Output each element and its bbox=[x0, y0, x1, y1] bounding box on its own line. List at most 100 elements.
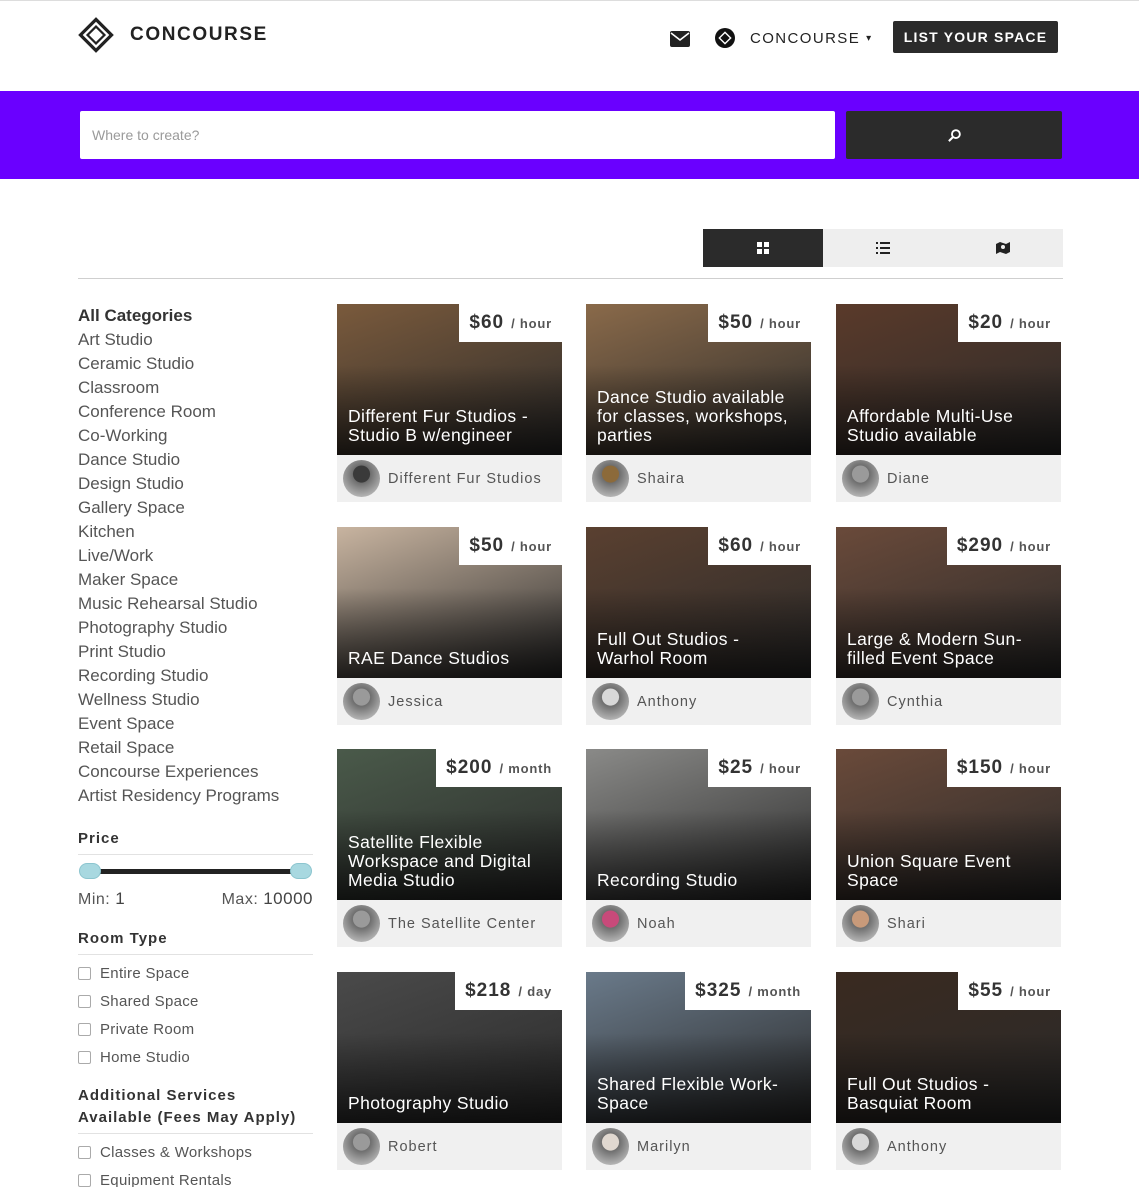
checkbox[interactable] bbox=[78, 1050, 91, 1064]
top-navbar: CONCOURSE CONCOURSE ▾ LIST YOUR SPACE bbox=[0, 0, 1139, 91]
listing-card[interactable]: $325 / month Shared Flexible Work-Space Mar… bbox=[586, 972, 811, 1170]
listing-title[interactable]: Affordable Multi-Use Studio available bbox=[847, 407, 1051, 445]
listing-title[interactable]: Recording Studio bbox=[597, 871, 801, 890]
listing-host[interactable]: Shaira bbox=[586, 455, 811, 502]
listing-card[interactable]: $55 / hour Full Out Studios - Basquiat Roo… bbox=[836, 972, 1061, 1170]
price-max-value: 10000 bbox=[263, 889, 313, 908]
listing-host[interactable]: Robert bbox=[337, 1123, 562, 1170]
map-view-button[interactable] bbox=[943, 229, 1063, 267]
listing-title[interactable]: Dance Studio available for classes, work… bbox=[597, 388, 801, 445]
checkbox[interactable] bbox=[78, 1173, 91, 1187]
host-avatar bbox=[842, 905, 879, 942]
listing-title[interactable]: Full Out Studios - Basquiat Room bbox=[847, 1075, 1051, 1113]
price-max-label: Max: bbox=[221, 891, 259, 908]
room-type-option[interactable]: Entire Space bbox=[78, 959, 313, 987]
category-item[interactable]: Classroom bbox=[78, 376, 313, 400]
category-item[interactable]: Live/Work bbox=[78, 544, 313, 568]
category-item[interactable]: Photography Studio bbox=[78, 616, 313, 640]
listing-photo[interactable]: $150 / hour Union Square Event Space bbox=[836, 749, 1061, 900]
checkbox[interactable] bbox=[78, 1145, 91, 1159]
search-button[interactable] bbox=[846, 111, 1062, 159]
listing-host[interactable]: The Satellite Center bbox=[337, 900, 562, 947]
price-range-slider[interactable] bbox=[78, 861, 313, 881]
listing-card[interactable]: $60 / hour Full Out Studios - Warhol Room A… bbox=[586, 527, 811, 725]
listing-card[interactable]: $20 / hour Affordable Multi-Use Studio ava… bbox=[836, 304, 1061, 502]
listing-host[interactable]: Different Fur Studios bbox=[337, 455, 562, 502]
category-item[interactable]: Kitchen bbox=[78, 520, 313, 544]
category-item[interactable]: Design Studio bbox=[78, 472, 313, 496]
category-item[interactable]: Maker Space bbox=[78, 568, 313, 592]
listing-card[interactable]: $200 / month Satellite Flexible Workspace … bbox=[337, 749, 562, 947]
listing-host[interactable]: Cynthia bbox=[836, 678, 1061, 725]
listing-photo[interactable]: $50 / hour Dance Studio available for clas… bbox=[586, 304, 811, 455]
listing-card[interactable]: $25 / hour Recording Studio Noah bbox=[586, 749, 811, 947]
price-min-handle[interactable] bbox=[79, 863, 101, 879]
category-item[interactable]: Art Studio bbox=[78, 328, 313, 352]
service-option[interactable]: Equipment Rentals bbox=[78, 1166, 313, 1187]
room-type-option[interactable]: Home Studio bbox=[78, 1043, 313, 1071]
checkbox[interactable] bbox=[78, 966, 91, 980]
listing-host[interactable]: Anthony bbox=[586, 678, 811, 725]
list-your-space-button[interactable]: LIST YOUR SPACE bbox=[893, 21, 1058, 53]
category-item[interactable]: Print Studio bbox=[78, 640, 313, 664]
list-view-button[interactable] bbox=[823, 229, 943, 267]
checkbox[interactable] bbox=[78, 994, 91, 1008]
category-item[interactable]: Artist Residency Programs bbox=[78, 784, 313, 808]
category-item[interactable]: Gallery Space bbox=[78, 496, 313, 520]
listing-card[interactable]: $60 / hour Different Fur Studios - Studio … bbox=[337, 304, 562, 502]
price-title: Price bbox=[78, 830, 120, 847]
listing-title[interactable]: RAE Dance Studios bbox=[348, 649, 552, 668]
mail-icon[interactable] bbox=[670, 31, 690, 47]
listing-title[interactable]: Full Out Studios - Warhol Room bbox=[597, 630, 801, 668]
listing-title[interactable]: Different Fur Studios - Studio B w/engin… bbox=[348, 407, 552, 445]
listing-host[interactable]: Shari bbox=[836, 900, 1061, 947]
listing-title[interactable]: Union Square Event Space bbox=[847, 852, 1051, 890]
listing-photo[interactable]: $20 / hour Affordable Multi-Use Studio ava… bbox=[836, 304, 1061, 455]
listing-photo[interactable]: $290 / hour Large & Modern Sun-filled Even… bbox=[836, 527, 1061, 678]
listing-title[interactable]: Shared Flexible Work-Space bbox=[597, 1075, 801, 1113]
category-item[interactable]: Music Rehearsal Studio bbox=[78, 592, 313, 616]
price-max-handle[interactable] bbox=[290, 863, 312, 879]
category-item[interactable]: Event Space bbox=[78, 712, 313, 736]
listing-card[interactable]: $150 / hour Union Square Event Space Shari bbox=[836, 749, 1061, 947]
listing-title[interactable]: Satellite Flexible Workspace and Digital… bbox=[348, 833, 552, 890]
room-type-option[interactable]: Private Room bbox=[78, 1015, 313, 1043]
listing-host[interactable]: Noah bbox=[586, 900, 811, 947]
listing-card[interactable]: $50 / hour Dance Studio available for clas… bbox=[586, 304, 811, 502]
checkbox[interactable] bbox=[78, 1022, 91, 1036]
category-item[interactable]: Wellness Studio bbox=[78, 688, 313, 712]
listing-photo[interactable]: $60 / hour Different Fur Studios - Studio … bbox=[337, 304, 562, 455]
category-item[interactable]: Ceramic Studio bbox=[78, 352, 313, 376]
listing-photo[interactable]: $25 / hour Recording Studio bbox=[586, 749, 811, 900]
grid-view-button[interactable] bbox=[703, 229, 823, 267]
listing-photo[interactable]: $60 / hour Full Out Studios - Warhol Room bbox=[586, 527, 811, 678]
listing-photo[interactable]: $55 / hour Full Out Studios - Basquiat Roo… bbox=[836, 972, 1061, 1123]
listing-host[interactable]: Anthony bbox=[836, 1123, 1061, 1170]
category-item[interactable]: Recording Studio bbox=[78, 664, 313, 688]
listing-photo[interactable]: $200 / month Satellite Flexible Workspace … bbox=[337, 749, 562, 900]
map-icon bbox=[996, 242, 1010, 254]
listing-title[interactable]: Large & Modern Sun-filled Event Space bbox=[847, 630, 1051, 668]
room-type-option[interactable]: Shared Space bbox=[78, 987, 313, 1015]
category-item[interactable]: Conference Room bbox=[78, 400, 313, 424]
account-menu[interactable]: CONCOURSE ▾ bbox=[715, 28, 871, 48]
listing-host[interactable]: Jessica bbox=[337, 678, 562, 725]
service-option[interactable]: Classes & Workshops bbox=[78, 1138, 313, 1166]
category-item[interactable]: Retail Space bbox=[78, 736, 313, 760]
listing-card[interactable]: $290 / hour Large & Modern Sun-filled Even… bbox=[836, 527, 1061, 725]
location-search-input[interactable] bbox=[80, 111, 835, 159]
category-item[interactable]: Co-Working bbox=[78, 424, 313, 448]
brand-logo[interactable]: CONCOURSE bbox=[78, 17, 268, 53]
listing-title[interactable]: Photography Studio bbox=[348, 1094, 552, 1113]
category-item[interactable]: Concourse Experiences bbox=[78, 760, 313, 784]
listing-photo[interactable]: $50 / hour RAE Dance Studios bbox=[337, 527, 562, 678]
price-amount: $60 bbox=[718, 535, 754, 556]
listing-card[interactable]: $218 / day Photography Studio Robert bbox=[337, 972, 562, 1170]
listing-photo[interactable]: $325 / month Shared Flexible Work-Space bbox=[586, 972, 811, 1123]
listing-host[interactable]: Diane bbox=[836, 455, 1061, 502]
listing-photo[interactable]: $218 / day Photography Studio bbox=[337, 972, 562, 1123]
category-all[interactable]: All Categories bbox=[78, 304, 313, 328]
listing-card[interactable]: $50 / hour RAE Dance Studios Jessica bbox=[337, 527, 562, 725]
listing-host[interactable]: Marilyn bbox=[586, 1123, 811, 1170]
category-item[interactable]: Dance Studio bbox=[78, 448, 313, 472]
